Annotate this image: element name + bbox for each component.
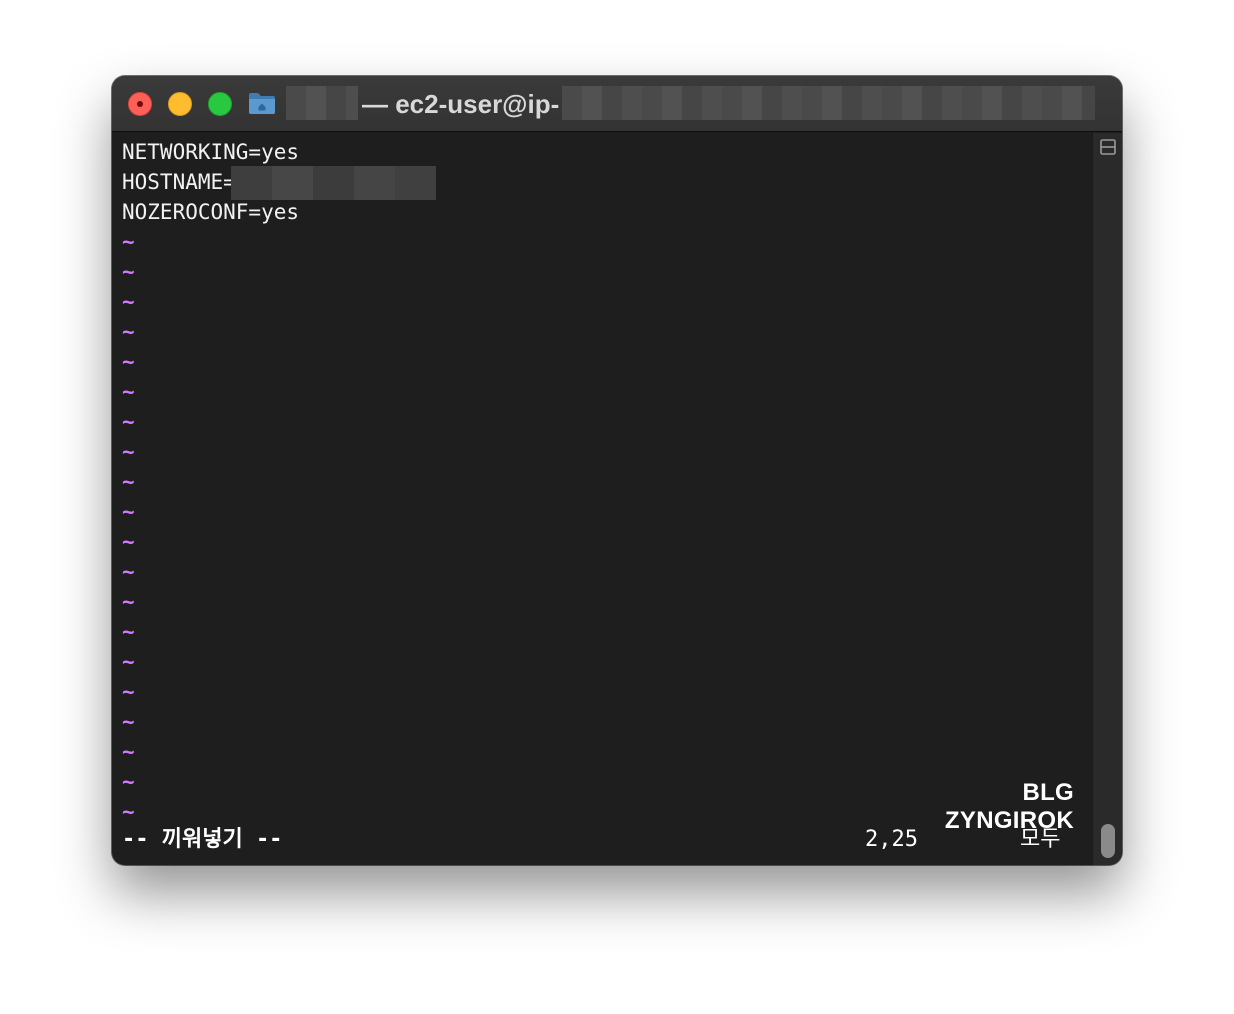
- empty-line-marker: ~: [122, 770, 135, 794]
- window-title: — ec2-user@ip-: [362, 89, 560, 119]
- empty-line-marker: ~: [122, 650, 135, 674]
- empty-line-marker: ~: [122, 260, 135, 284]
- terminal-content[interactable]: NETWORKING=yes HOSTNAME= NOZEROCONF=yes ~ ~ ~…: [112, 133, 1092, 865]
- empty-line-marker: ~: [122, 320, 135, 344]
- empty-line-marker: ~: [122, 740, 135, 764]
- folder-icon: [249, 93, 275, 114]
- empty-line-marker: ~: [122, 620, 135, 644]
- vertical-scrollbar[interactable]: [1092, 133, 1122, 865]
- split-pane-icon[interactable]: [1100, 139, 1116, 155]
- empty-line-marker: ~: [122, 350, 135, 374]
- scrollbar-thumb[interactable]: [1101, 824, 1115, 858]
- empty-line-marker: ~: [122, 680, 135, 704]
- minimize-button[interactable]: [168, 92, 192, 116]
- empty-line-marker: ~: [122, 230, 135, 254]
- vim-mode-indicator: -- 끼워넣기 --: [122, 827, 283, 852]
- redacted-hostname-value: [231, 166, 436, 200]
- redacted-host-segment: [562, 86, 1095, 120]
- empty-line-marker: ~: [122, 590, 135, 614]
- empty-line-marker: ~: [122, 380, 135, 404]
- zoom-button[interactable]: [208, 92, 232, 116]
- close-button[interactable]: [128, 92, 152, 116]
- empty-line-marker: ~: [122, 710, 135, 734]
- terminal-window: — ec2-user@ip- NETWORKING=yes HOSTNAME= NO…: [112, 76, 1122, 865]
- redacted-title-segment: [286, 86, 358, 120]
- empty-line-marker: ~: [122, 530, 135, 554]
- empty-line-marker: ~: [122, 470, 135, 494]
- editor-line: HOSTNAME=: [122, 170, 236, 194]
- editor-line: NOZEROCONF=yes: [122, 200, 300, 224]
- empty-line-marker: ~: [122, 440, 135, 464]
- empty-line-marker: ~: [122, 410, 135, 434]
- editor-line: NETWORKING=yes: [122, 140, 300, 164]
- cursor-position: 2,25: [865, 827, 918, 852]
- empty-line-marker: ~: [122, 290, 135, 314]
- empty-line-marker: ~: [122, 500, 135, 524]
- empty-line-marker: ~: [122, 560, 135, 584]
- title-bar[interactable]: — ec2-user@ip-: [112, 76, 1122, 132]
- scroll-position: 모두: [1020, 827, 1061, 852]
